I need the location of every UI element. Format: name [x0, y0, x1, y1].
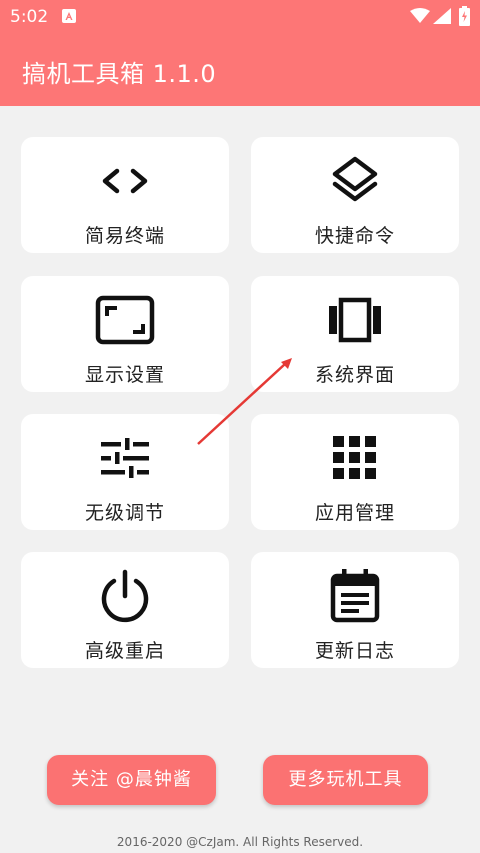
- menu-card-label: 快捷命令: [314, 225, 395, 247]
- menu-card-terminal[interactable]: 简易终端: [21, 137, 229, 253]
- signal-icon: [433, 8, 451, 24]
- menu-card-display-settings[interactable]: 显示设置: [21, 276, 229, 392]
- menu-card-label: 系统界面: [314, 364, 395, 386]
- layers-icon: [332, 156, 378, 202]
- follow-author-button[interactable]: 关注 @晨钟酱: [47, 755, 216, 805]
- menu-card-quick-commands[interactable]: 快捷命令: [251, 137, 459, 253]
- sliders-icon: [101, 438, 149, 478]
- app-notification-icon: [62, 9, 76, 23]
- menu-card-label: 应用管理: [314, 502, 395, 524]
- menu-card-changelog[interactable]: 更新日志: [251, 552, 459, 668]
- view-carousel-icon: [329, 297, 381, 343]
- menu-card-advanced-reboot[interactable]: 高级重启: [21, 552, 229, 668]
- app-title: 搞机工具箱 1.1.0: [22, 60, 217, 88]
- menu-card-label: 更新日志: [314, 640, 395, 662]
- battery-charging-icon: [459, 6, 470, 26]
- code-brackets-icon: [102, 168, 148, 194]
- menu-card-label: 简易终端: [84, 225, 165, 247]
- menu-card-label: 显示设置: [84, 364, 165, 386]
- apps-grid-icon: [333, 436, 376, 479]
- power-icon: [101, 569, 149, 623]
- copyright-footer: 2016-2020 @CzJam. All Rights Reserved.: [116, 835, 364, 849]
- calendar-note-icon: [330, 569, 380, 623]
- app-bar: 搞机工具箱 1.1.0: [0, 34, 480, 106]
- menu-card-system-ui[interactable]: 系统界面: [251, 276, 459, 392]
- status-time: 5:02: [10, 7, 49, 27]
- menu-card-label: 无级调节: [84, 502, 165, 524]
- more-tools-button[interactable]: 更多玩机工具: [263, 755, 428, 805]
- menu-card-stepless-adjust[interactable]: 无级调节: [21, 414, 229, 530]
- status-bar: 5:02: [0, 0, 480, 34]
- menu-card-label: 高级重启: [84, 640, 165, 662]
- wifi-icon: [410, 8, 430, 23]
- screen-corners-icon: [95, 295, 155, 345]
- menu-card-app-management[interactable]: 应用管理: [251, 414, 459, 530]
